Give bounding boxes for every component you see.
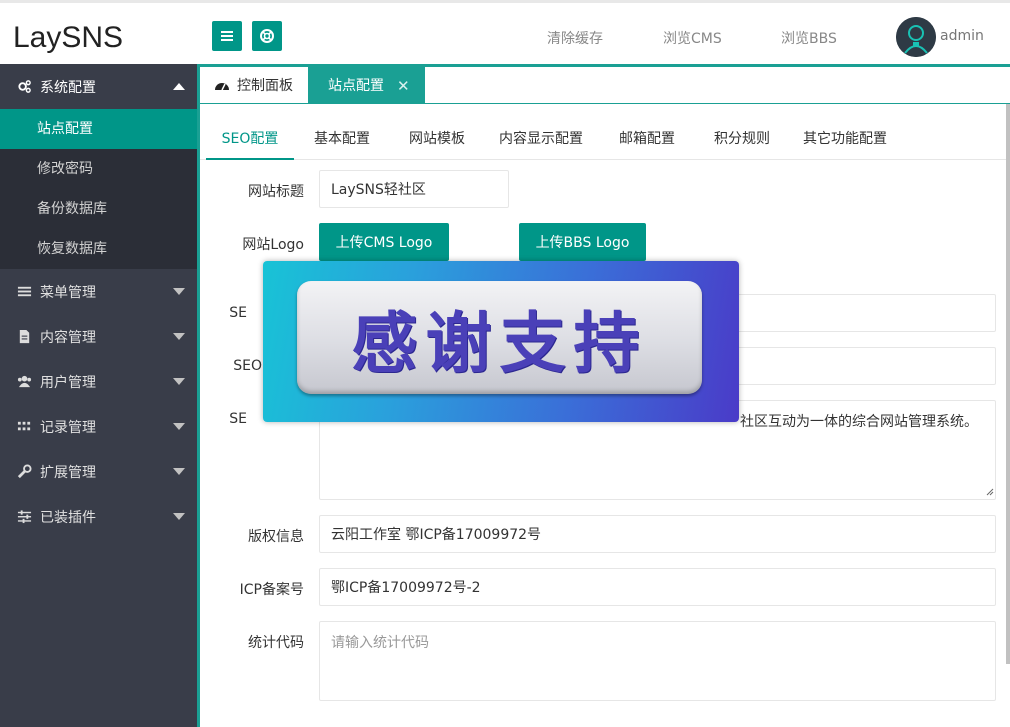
sidebar: 系统配置 站点配置 修改密码 备份数据库 恢复数据库 菜单管理 内容管理 用户管… <box>0 64 197 727</box>
hamburger-icon <box>221 31 233 41</box>
seo-keywords-label: SEO <box>233 358 262 374</box>
seo-description-label: SE <box>229 411 247 427</box>
subtab-mail[interactable]: 邮箱配置 <box>609 124 685 160</box>
page-tabs: 控制面板 站点配置 ✕ <box>200 64 1010 104</box>
sidebar-item-change-password[interactable]: 修改密码 <box>0 149 197 189</box>
scrollbar[interactable] <box>1006 104 1010 664</box>
grid-icon <box>16 419 32 435</box>
copyright-label: 版权信息 <box>248 529 304 545</box>
tab-site-config[interactable]: 站点配置 ✕ <box>308 67 425 104</box>
seo-title-label: SE <box>229 305 247 321</box>
site-title-input[interactable]: LaySNS轻社区 <box>319 170 509 208</box>
sidebar-item-backup-db[interactable]: 备份数据库 <box>0 189 197 229</box>
chevron-up-icon <box>173 83 185 90</box>
thanks-banner-plate: 感谢支持 <box>297 281 702 394</box>
close-icon[interactable]: ✕ <box>397 69 410 103</box>
icp-label: ICP备案号 <box>239 582 304 598</box>
header: LaySNS 清除缓存 浏览CMS 浏览BBS admin <box>0 3 1010 64</box>
upload-bbs-logo-button[interactable]: 上传BBS Logo <box>519 223 646 261</box>
icp-input[interactable]: 鄂ICP备17009972号-2 <box>319 568 996 606</box>
sidebar-submenu: 站点配置 修改密码 备份数据库 恢复数据库 <box>0 109 197 269</box>
app-logo[interactable]: LaySNS <box>13 21 123 55</box>
sidebar-group-plugins[interactable]: 已装插件 <box>0 494 197 539</box>
subtab-content-display[interactable]: 内容显示配置 <box>490 124 592 160</box>
tab-dashboard[interactable]: 控制面板 <box>200 67 308 104</box>
sidebar-group-label: 记录管理 <box>40 419 96 436</box>
subtab-seo[interactable]: SEO配置 <box>206 124 294 160</box>
subtab-basic[interactable]: 基本配置 <box>304 124 380 160</box>
help-button[interactable] <box>252 21 282 51</box>
username[interactable]: admin <box>940 28 984 44</box>
chevron-down-icon <box>173 468 185 475</box>
chevron-down-icon <box>173 333 185 340</box>
sliders-icon <box>16 509 32 525</box>
site-title-label: 网站标题 <box>248 184 304 200</box>
menu-icon <box>16 284 32 300</box>
wrench-icon <box>16 464 32 480</box>
site-logo-label: 网站Logo <box>242 237 304 253</box>
sidebar-group-label: 已装插件 <box>40 509 96 526</box>
browse-bbs-link[interactable]: 浏览BBS <box>781 28 837 48</box>
clear-cache-link[interactable]: 清除缓存 <box>547 28 603 48</box>
upload-cms-logo-button[interactable]: 上传CMS Logo <box>319 223 449 261</box>
stats-code-label: 统计代码 <box>248 635 304 651</box>
chevron-down-icon <box>173 288 185 295</box>
sidebar-group-label: 菜单管理 <box>40 284 96 301</box>
thanks-banner: 感谢支持 <box>263 261 739 422</box>
sidebar-group-label: 内容管理 <box>40 329 96 346</box>
tab-label: 站点配置 <box>328 77 384 94</box>
users-icon <box>16 374 32 390</box>
user-avatar-icon <box>896 17 936 57</box>
document-icon <box>16 329 32 345</box>
resize-handle-icon[interactable] <box>986 488 994 496</box>
browse-cms-link[interactable]: 浏览CMS <box>663 28 722 48</box>
sidebar-item-site-config[interactable]: 站点配置 <box>0 109 197 149</box>
subtab-template[interactable]: 网站模板 <box>399 124 475 160</box>
avatar[interactable] <box>896 17 936 57</box>
sidebar-group-label: 用户管理 <box>40 374 96 391</box>
chevron-down-icon <box>173 378 185 385</box>
sidebar-group-system-config[interactable]: 系统配置 <box>0 64 197 109</box>
lifebuoy-icon <box>260 29 274 43</box>
stats-code-textarea[interactable]: 请输入统计代码 <box>319 621 996 701</box>
sidebar-group-label: 扩展管理 <box>40 464 96 481</box>
tab-label: 控制面板 <box>237 77 293 94</box>
dashboard-icon <box>215 82 229 90</box>
copyright-input[interactable]: 云阳工作室 鄂ICP备17009972号 <box>319 515 996 553</box>
chevron-down-icon <box>173 513 185 520</box>
toggle-menu-button[interactable] <box>212 21 242 51</box>
config-subtabs: SEO配置 基本配置 网站模板 内容显示配置 邮箱配置 积分规则 其它功能配置 <box>200 124 1006 160</box>
sidebar-item-restore-db[interactable]: 恢复数据库 <box>0 229 197 269</box>
subtab-points[interactable]: 积分规则 <box>704 124 780 160</box>
sidebar-group-extensions[interactable]: 扩展管理 <box>0 449 197 494</box>
sidebar-border <box>197 64 200 727</box>
subtab-other[interactable]: 其它功能配置 <box>792 124 898 160</box>
thanks-banner-text: 感谢支持 <box>351 304 648 382</box>
gears-icon <box>16 79 32 95</box>
sidebar-group-label: 系统配置 <box>40 79 96 96</box>
